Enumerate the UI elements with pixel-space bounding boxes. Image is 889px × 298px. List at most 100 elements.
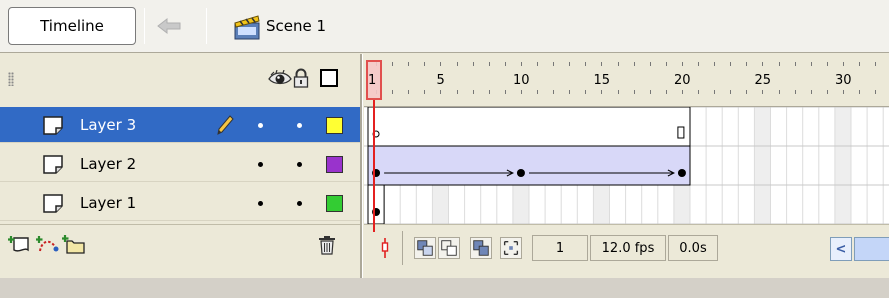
ruler-tick	[424, 62, 426, 66]
ruler-tick	[826, 62, 828, 66]
current-frame-readout: 1	[532, 235, 588, 261]
visibility-dot[interactable]	[258, 201, 263, 206]
insert-layer-icon[interactable]	[8, 233, 32, 255]
clapperboard-icon	[234, 15, 260, 40]
ruler-tick	[842, 90, 844, 94]
layer-row[interactable]: Layer 3	[0, 107, 360, 143]
layer-page-icon	[43, 194, 63, 213]
ruler-tick	[601, 62, 603, 66]
layer-name[interactable]: Layer 2	[80, 155, 136, 173]
ruler-tick	[440, 62, 442, 66]
ruler-tick	[472, 90, 474, 94]
trash-icon[interactable]	[318, 235, 336, 255]
pencil-icon	[217, 115, 234, 135]
ruler-tick	[826, 90, 828, 94]
lock-icon[interactable]	[293, 68, 309, 88]
frame-grid[interactable]	[364, 107, 889, 224]
edit-multiple-frames-icon[interactable]	[470, 237, 492, 259]
grid-column	[834, 107, 851, 224]
left-arrow-icon[interactable]	[154, 14, 184, 38]
ruler-tick	[730, 90, 732, 94]
ruler-tick	[794, 62, 796, 66]
ruler-tick	[456, 62, 458, 66]
ruler-tick	[730, 62, 732, 66]
status-strip	[0, 278, 889, 298]
lock-dot[interactable]	[297, 201, 302, 206]
ruler-tick	[440, 90, 442, 94]
ruler-tick	[408, 62, 410, 66]
ruler-tick	[585, 90, 587, 94]
ruler-tick	[875, 90, 877, 94]
scene-name[interactable]: Scene 1	[266, 17, 326, 35]
scroll-left-button[interactable]: <	[830, 237, 852, 261]
ruler-tick	[859, 62, 861, 66]
elapsed-time-readout: 0.0s	[668, 235, 718, 261]
ruler-label: 5	[436, 73, 445, 88]
center-frame-icon[interactable]	[374, 237, 396, 259]
layer-outline-color[interactable]	[326, 195, 343, 212]
layer-row[interactable]: Layer 2	[0, 146, 360, 182]
layer-name[interactable]: Layer 3	[80, 116, 136, 134]
timeline-button[interactable]: Timeline	[8, 7, 136, 45]
ruler-tick	[746, 62, 748, 66]
layer-outline-color[interactable]	[326, 156, 343, 173]
ruler-tick	[408, 90, 410, 94]
ruler-tick	[810, 62, 812, 66]
keyframe	[677, 169, 686, 177]
layer-outline-color[interactable]	[326, 117, 343, 134]
toolbar-divider	[144, 8, 145, 44]
onion-skin-icon[interactable]	[414, 237, 436, 259]
ruler-label: 20	[673, 73, 691, 88]
add-motion-guide-icon[interactable]	[36, 233, 60, 255]
frame-ruler[interactable]: 1 5 10 15 20 25 30	[364, 54, 889, 107]
ruler-tick	[633, 62, 635, 66]
panel-divider[interactable]	[360, 54, 363, 278]
ruler-tick	[698, 90, 700, 94]
current-frame-value: 1	[555, 240, 565, 256]
horizontal-scrollbar[interactable]	[854, 237, 889, 261]
grid-column	[754, 107, 771, 224]
layer-row[interactable]: Layer 1	[0, 185, 360, 221]
ruler-tick	[714, 62, 716, 66]
ruler-tick	[424, 90, 426, 94]
ruler-label: 15	[593, 73, 610, 88]
ruler-tick	[681, 62, 683, 66]
outline-icon[interactable]	[320, 69, 338, 87]
ruler-tick	[665, 90, 667, 94]
frame-rate-readout[interactable]: 12.0 fps	[590, 235, 666, 261]
onion-skin-outlines-icon[interactable]	[438, 237, 460, 259]
frame-rate-value: 12.0 fps	[601, 240, 655, 256]
ruler-tick	[617, 62, 619, 66]
ruler-label: 25	[754, 73, 771, 88]
timeline-button-label: Timeline	[40, 17, 104, 35]
ruler-label: 1	[368, 73, 377, 88]
layer-page-icon	[43, 155, 63, 174]
layer-panel: Layer 3 Layer 2 Layer 1	[0, 54, 360, 278]
motion-tween-span	[367, 145, 691, 186]
ruler-tick	[714, 90, 716, 94]
visibility-dot[interactable]	[258, 123, 263, 128]
visibility-dot[interactable]	[258, 162, 263, 167]
ruler-tick	[488, 62, 490, 66]
eye-icon[interactable]	[268, 70, 292, 88]
insert-folder-icon[interactable]	[62, 233, 86, 255]
ruler-tick	[553, 90, 555, 94]
frame-span	[367, 184, 385, 224]
keyframe	[516, 169, 525, 177]
ruler-tick	[778, 90, 780, 94]
ruler-tick	[633, 90, 635, 94]
grip-icon[interactable]	[8, 72, 14, 86]
modify-onion-markers-icon[interactable]	[500, 237, 522, 259]
ruler-label: 30	[834, 73, 852, 88]
layer-page-icon	[43, 116, 63, 135]
ruler-tick	[520, 90, 522, 94]
elapsed-time-value: 0.0s	[679, 240, 707, 256]
layer-name[interactable]: Layer 1	[80, 194, 136, 212]
lock-dot[interactable]	[297, 162, 302, 167]
ruler-tick	[456, 90, 458, 94]
ruler-label: 10	[512, 73, 530, 88]
ruler-tick	[859, 90, 861, 94]
lock-dot[interactable]	[297, 123, 302, 128]
ruler-tick	[746, 90, 748, 94]
ruler-tick	[698, 62, 700, 66]
